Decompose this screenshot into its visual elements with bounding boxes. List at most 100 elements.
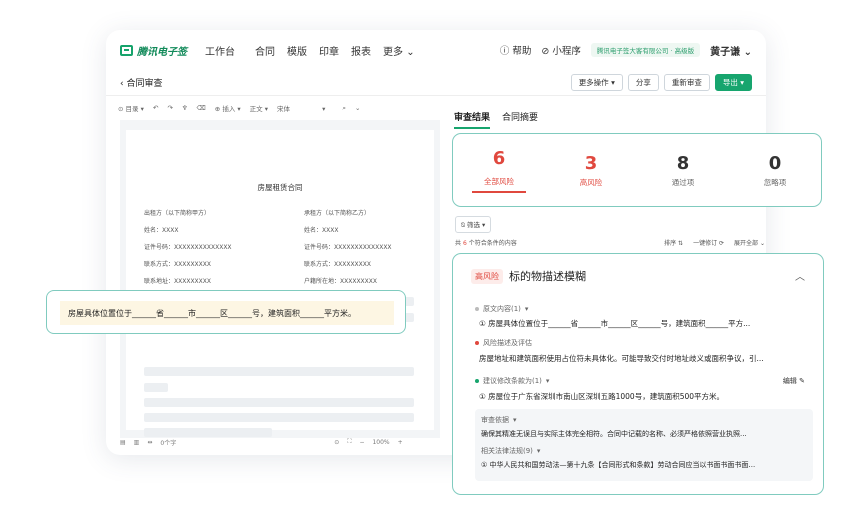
highlighted-clause[interactable]: 房屋具体位置位于______省______市______区______号，建筑面… xyxy=(60,301,394,325)
redo-icon[interactable]: ↷ xyxy=(167,104,172,112)
text-placeholder-bar xyxy=(144,383,168,392)
recheck-button[interactable]: 重新审查 xyxy=(663,74,710,91)
lessee-id: 证件号码：XXXXXXXXXXXXXX xyxy=(304,244,392,251)
collapse-icon[interactable]: ⌄ xyxy=(355,104,360,112)
zoom-level: 100% xyxy=(372,438,390,446)
stat-all-risks[interactable]: 6 全部风险 xyxy=(453,148,545,193)
top-nav: 腾讯电子签 工作台 合同 模版 印章 报表 更多 ⌄ ⓘ 帮助 ⊘ 小程序 腾讯… xyxy=(106,30,766,70)
lessor-phone: 联系方式：XXXXXXXXX xyxy=(144,261,211,268)
editor-statusbar: ▤ ▥ ⇹ 0个字 ⊙ ⛶ − 100% + xyxy=(120,434,440,450)
review-tabs: 审查结果 合同摘要 xyxy=(454,110,538,129)
filter-button[interactable]: ⍉ 筛选 ▾ xyxy=(455,216,492,233)
lessor-id: 证件号码：XXXXXXXXXXXXXX xyxy=(144,244,232,251)
tab-review-result[interactable]: 审查结果 xyxy=(454,110,491,129)
search-icon[interactable]: ⌕ xyxy=(342,104,346,113)
stat-passed[interactable]: 8 通过项 xyxy=(637,153,729,188)
format-painter-icon[interactable]: ♆ xyxy=(182,104,188,112)
font-select[interactable]: 宋体 ▾ xyxy=(277,103,325,113)
risk-desc-section: 风险描述及评估 xyxy=(475,338,532,348)
toc-button[interactable]: ⊙ 目录 ▾ xyxy=(118,103,144,113)
stat-value: 3 xyxy=(584,152,598,174)
logo-icon xyxy=(120,44,133,56)
fix-label: 一键修订 xyxy=(693,240,718,247)
stat-high-risk[interactable]: 3 高风险 xyxy=(545,153,637,188)
sub-toolbar: ‹ 合同审查 更多操作 ▾ 分享 重新审查 导出 ▾ xyxy=(106,70,766,96)
nav-more-label: 更多 xyxy=(383,46,403,58)
advice-toggle[interactable]: 建议修改条款为(1) ▾ xyxy=(475,376,549,386)
risk-card-header[interactable]: 高风险 标的物描述模糊 xyxy=(471,268,586,284)
width-icon[interactable]: ⇹ xyxy=(147,439,152,446)
tab-contract-summary[interactable]: 合同摘要 xyxy=(502,110,538,129)
zoom-in-icon[interactable]: + xyxy=(398,439,403,446)
basis-text: 确保其精准无误且与实际主体完全相符。合同中记载的名称、必须严格依照营业执照... xyxy=(481,430,747,438)
meta-actions: 排序 ⇅ 一键修订 ⟳ 展开全部 ⌄ xyxy=(664,238,765,247)
edit-button[interactable]: 编辑 ✎ xyxy=(783,376,805,386)
bullet-icon xyxy=(475,379,479,383)
lessor-address: 联系地址：XXXXXXXXX xyxy=(144,278,211,285)
stat-label: 全部风险 xyxy=(472,176,526,193)
nav-item-report[interactable]: 报表 xyxy=(351,43,371,58)
app-logo[interactable]: 腾讯电子签 xyxy=(120,43,187,58)
style-label: 正文 xyxy=(249,105,263,113)
layout-icon[interactable]: ▥ xyxy=(134,439,140,446)
page-view-icon[interactable]: ▤ xyxy=(120,439,126,446)
style-select[interactable]: 正文 ▾ xyxy=(250,103,268,113)
help-icon: ⓘ xyxy=(499,46,510,57)
user-menu[interactable]: 黄子谦 ⌄ xyxy=(710,43,752,58)
logo-text: 腾讯电子签 xyxy=(137,46,187,58)
more-actions-label: 更多操作 xyxy=(578,78,609,87)
zoom-out-icon[interactable]: − xyxy=(359,439,364,446)
lessor-label: 出租方（以下简称甲方） xyxy=(144,210,211,217)
lessor-name: 姓名：XXXX xyxy=(144,227,179,234)
nav-item-contract[interactable]: 合同 xyxy=(255,43,275,58)
export-label: 导出 xyxy=(722,78,738,87)
count-prefix: 共 xyxy=(455,240,462,247)
chevron-down-icon: ⌄ xyxy=(759,240,765,247)
risk-desc-label: 风险描述及评估 xyxy=(483,339,532,347)
law-toggle[interactable]: 相关法律法规(9) ▾ xyxy=(481,446,540,456)
expand-label: 展开全部 xyxy=(734,240,759,247)
insert-label: 插入 xyxy=(222,105,236,113)
company-badge[interactable]: 腾讯电子签大客有限公司 · 高级版 xyxy=(590,43,701,57)
insert-button[interactable]: ⊕ 插入 ▾ xyxy=(215,103,241,113)
stat-ignored[interactable]: 0 忽略项 xyxy=(729,153,821,188)
nav-right: ⓘ 帮助 ⊘ 小程序 腾讯电子签大客有限公司 · 高级版 黄子谦 ⌄ xyxy=(500,43,752,58)
basis-toggle[interactable]: 审查依据 ▾ xyxy=(481,415,517,425)
toc-label: 目录 xyxy=(125,105,139,113)
help-label: 帮助 xyxy=(512,46,532,57)
nav-item-template[interactable]: 模版 xyxy=(287,43,307,58)
eraser-icon[interactable]: ⌫ xyxy=(197,104,206,112)
back-button[interactable]: ‹ 合同审查 xyxy=(120,76,163,89)
review-basis-box: 审查依据 ▾ 确保其精准无误且与实际主体完全相符。合同中记载的名称、必须严格依照… xyxy=(475,409,813,481)
advice-label: 建议修改条款为(1) xyxy=(483,377,542,385)
nav-item-more[interactable]: 更多 ⌄ xyxy=(383,43,415,58)
result-count: 共 6 个符合条件的内容 xyxy=(455,238,517,247)
font-label: 宋体 xyxy=(277,105,290,113)
help-link[interactable]: ⓘ 帮助 xyxy=(500,43,532,57)
share-button[interactable]: 分享 xyxy=(627,74,659,91)
fit-icon[interactable]: ⛶ xyxy=(347,438,351,446)
sort-button[interactable]: 排序 ⇅ xyxy=(664,238,683,247)
export-button[interactable]: 导出 ▾ xyxy=(714,74,752,91)
lessee-household: 户籍所在地：XXXXXXXXX xyxy=(304,278,377,285)
risk-level-badge: 高风险 xyxy=(471,268,503,284)
nav-item-seal[interactable]: 印章 xyxy=(319,43,339,58)
chevron-up-icon[interactable]: ︿ xyxy=(795,268,805,283)
mini-program-link[interactable]: ⊘ 小程序 xyxy=(541,43,581,57)
document-page[interactable]: 房屋租赁合同 出租方（以下简称甲方） 姓名：XXXX 证件号码：XXXXXXXX… xyxy=(126,130,434,437)
text-placeholder-bar xyxy=(144,413,414,422)
one-click-fix-button[interactable]: 一键修订 ⟳ xyxy=(693,238,724,247)
target-icon[interactable]: ⊙ xyxy=(334,439,339,446)
more-actions-button[interactable]: 更多操作 ▾ xyxy=(570,74,623,91)
law-text: ① 中华人民共和国劳动法—第十九条【合同形式和条款】劳动合同应当以书面书面书面.… xyxy=(481,461,756,469)
sort-label: 排序 xyxy=(664,240,677,247)
back-label: 合同审查 xyxy=(126,79,163,89)
pencil-icon: ✎ xyxy=(799,377,805,385)
nav-item-workbench[interactable]: 工作台 xyxy=(205,43,235,58)
filter-icon: ⍉ xyxy=(461,221,465,229)
basis-label: 审查依据 xyxy=(481,416,509,424)
risk-title: 标的物描述模糊 xyxy=(509,270,586,283)
expand-all-button[interactable]: 展开全部 ⌄ xyxy=(734,238,765,247)
undo-icon[interactable]: ↶ xyxy=(153,104,158,112)
original-text-toggle[interactable]: 原文内容(1) ▾ xyxy=(475,304,528,314)
